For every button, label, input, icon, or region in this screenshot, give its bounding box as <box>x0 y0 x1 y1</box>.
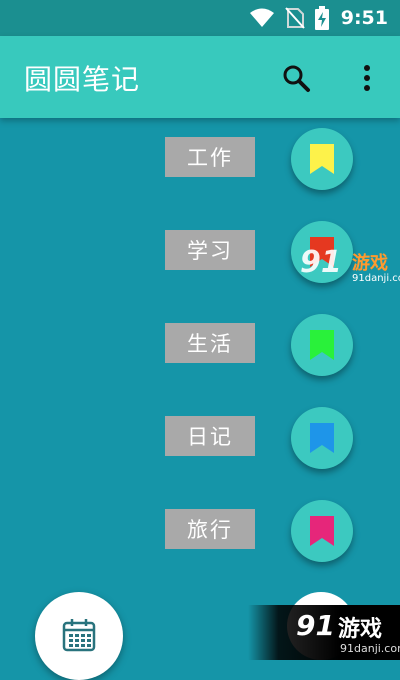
bookmark-icon <box>310 330 334 360</box>
bookmark-icon <box>310 144 334 174</box>
app-bar: 圆圆笔记 <box>0 36 400 118</box>
category-button-diary[interactable] <box>291 407 353 469</box>
category-button-life[interactable] <box>291 314 353 376</box>
bookmark-icon <box>310 423 334 453</box>
search-button[interactable] <box>280 62 314 96</box>
category-button-work[interactable] <box>291 128 353 190</box>
category-button-travel[interactable] <box>291 500 353 562</box>
category-label-travel[interactable]: 旅行 <box>165 509 255 549</box>
more-vert-icon <box>364 65 370 91</box>
battery-charging-icon <box>314 6 329 30</box>
category-label-study[interactable]: 学习 <box>165 230 255 270</box>
more-options-button[interactable] <box>355 60 379 96</box>
status-icons: 9:51 <box>249 6 388 30</box>
no-sim-icon <box>284 7 305 29</box>
search-icon <box>283 65 310 92</box>
category-label-diary[interactable]: 日记 <box>165 416 255 456</box>
watermark-corner: 91 游戏 91danji.com <box>248 605 400 660</box>
calendar-icon <box>62 619 96 652</box>
status-bar: 9:51 <box>0 0 400 36</box>
category-label-life[interactable]: 生活 <box>165 323 255 363</box>
wifi-icon <box>249 8 274 27</box>
bookmark-icon <box>310 516 334 546</box>
watermark-logo: 91 游戏 91danji.com <box>300 245 400 284</box>
app-title: 圆圆笔记 <box>24 63 141 96</box>
calendar-button[interactable] <box>35 592 123 680</box>
status-time: 9:51 <box>340 7 388 29</box>
category-label-work[interactable]: 工作 <box>165 137 255 177</box>
